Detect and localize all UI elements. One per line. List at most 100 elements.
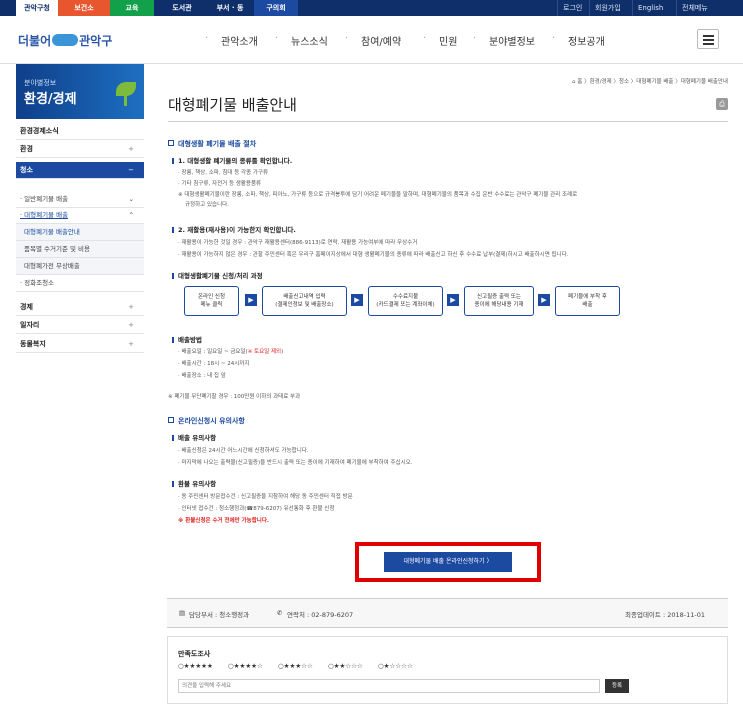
logo-text-left: 더불어 <box>18 34 52 48</box>
text-line: · 배출장소 : 내 집 앞 <box>178 373 226 379</box>
signup-link[interactable]: 회원가입 <box>589 0 626 16</box>
sidebar-item-economy[interactable]: 경제 + <box>16 299 144 316</box>
text-line: · 배출요일 : 일요일 ~ 금요일(※ 토요일 제외) <box>178 347 283 355</box>
sidebar-item-jobs[interactable]: 일자리 + <box>16 317 144 334</box>
text-line: 규정하고 있습니다. <box>185 202 229 208</box>
subheading-bar-icon <box>172 337 174 343</box>
nav-disclosure[interactable]: 정보공개 <box>568 33 605 48</box>
fine-note: ※ 폐기물 무단폐기할 경우 : 100만원 이하의 과태료 부과 <box>168 394 301 400</box>
tab-council[interactable]: 구의회 <box>254 0 298 16</box>
hamburger-menu-button[interactable] <box>697 29 719 49</box>
print-icon[interactable]: ⎙ <box>716 98 728 110</box>
text-segment-red: ※ 토요일 제외 <box>247 349 282 355</box>
sidebar-item-label: 동물복지 <box>20 340 46 348</box>
rating-option-2[interactable]: ○★★☆☆☆ <box>328 662 363 670</box>
survey-submit-button[interactable]: 등록 <box>605 679 629 693</box>
cta-highlight-frame: 대형폐기물 배출 온라인신청하기 〉 <box>355 542 541 582</box>
text-line: · 기타 침구류, 자전거 등 생활용품류 <box>178 181 262 187</box>
sidebar-item-appliance-free[interactable]: 대형폐가전 무상배출 <box>16 258 144 275</box>
text-segment: ) <box>281 349 284 355</box>
online-apply-button[interactable]: 대형폐기물 배출 온라인신청하기 〉 <box>384 552 512 572</box>
sidebar-item-env-econ-news[interactable]: 환경경제소식 <box>16 123 144 140</box>
nav-dot-icon: · <box>345 33 349 44</box>
site-header: 더불어 관악구 · 관악소개 · 뉴스소식 · 참여/예약 · 민원 · 분야별정… <box>0 16 743 64</box>
plus-icon: + <box>128 321 134 329</box>
arrow-right-icon: ▶ <box>245 294 257 306</box>
subheading-check-type: 1. 대형생활 폐기물의 종류를 확인합니다. <box>172 155 292 165</box>
sidebar-item-collection-fees[interactable]: 품목별 수거기준 및 비용 <box>16 241 144 258</box>
sidebar-hero-sub: 분야별정보 <box>24 79 57 87</box>
section-square-icon <box>168 417 174 423</box>
sidebar-item-label: 환경경제소식 <box>20 127 59 135</box>
sidebar-item-environment[interactable]: 환경 + <box>16 141 144 158</box>
breadcrumb: ⌂ 홈 〉환경/경제 〉청소 〉대형폐기물 배출 〉대형폐기물 배출안내 <box>572 79 728 85</box>
dept-icon: ▤ <box>179 609 186 617</box>
sidebar-item-septic[interactable]: · 정화조청소 <box>16 275 144 292</box>
section-heading-text: 온라인신청시 유의사항 <box>178 417 245 425</box>
subheading-text: 2. 재활용(재사용)이 가능한지 확인합니다. <box>178 226 296 234</box>
text-line: · 장롱, 책상, 소파, 침대 등 각종 가구류 <box>178 170 269 176</box>
logo-text-right: 관악구 <box>79 34 113 48</box>
text-line: · 재활용이 가능한 것일 경우 : 관악구 재활용센터(886-9113)로 … <box>178 240 418 246</box>
step-line: (결제인정보 및 배출장소) <box>275 302 334 308</box>
sidebar-item-label: 청소 <box>20 166 33 174</box>
main-content: ⌂ 홈 〉환경/경제 〉청소 〉대형폐기물 배출 〉대형폐기물 배출안내 대형폐… <box>168 64 728 544</box>
nav-dot-icon: · <box>552 33 556 44</box>
step-line: 폐기물에 부착 후 <box>568 294 607 300</box>
survey-opinion-input[interactable] <box>178 679 600 693</box>
chevron-down-icon: ⌄ <box>128 195 134 203</box>
subheading-text: 배출방법 <box>178 336 202 344</box>
sidebar-item-bulky-waste[interactable]: · 대형폐기물 배출 ⌃ <box>16 207 144 224</box>
text-line: · 배출신청은 24시간 어느시간에 신청하셔도 가능합니다. <box>178 448 309 454</box>
sidebar-item-bulky-guide[interactable]: 대형폐기물 배출안내 <box>16 224 144 241</box>
nav-civil[interactable]: 민원 <box>439 33 457 48</box>
step-line: 메뉴 클릭 <box>200 302 223 308</box>
sidebar-item-label: 경제 <box>20 303 33 311</box>
subheading-bar-icon <box>172 158 174 164</box>
rating-option-4[interactable]: ○★★★★☆ <box>228 662 263 670</box>
chevron-up-icon: ⌃ <box>128 211 134 219</box>
hamburger-line-icon <box>703 43 714 45</box>
nav-news[interactable]: 뉴스소식 <box>291 33 328 48</box>
survey-title: 만족도조사 <box>178 650 211 658</box>
arrow-right-icon: ▶ <box>447 294 459 306</box>
rating-option-3[interactable]: ○★★★☆☆ <box>278 662 313 670</box>
nav-intro[interactable]: 관악소개 <box>221 33 258 48</box>
nav-participation[interactable]: 참여/예약 <box>361 33 401 48</box>
section-square-icon <box>168 140 174 146</box>
sidebar-item-label: 환경 <box>20 145 33 153</box>
sidebar: 분야별정보 환경/경제 환경경제소식 환경 + 청소 − · 일반폐기물 배출 ⌄ ·… <box>16 64 144 353</box>
last-updated: 최종업데이트 : 2018-11-01 <box>625 611 705 619</box>
text-segment: · 배출요일 : 일요일 ~ 금요일( <box>178 349 248 355</box>
login-link[interactable]: 로그인 <box>557 0 587 16</box>
rating-option-1[interactable]: ○★☆☆☆☆ <box>378 662 413 670</box>
step-line: 배출신고내역 입력 <box>283 294 326 300</box>
text-line: · 재활용이 가능하지 않은 경우 : 관할 주민센터 혹은 우리구 홈페이지상… <box>178 252 569 258</box>
rating-option-5[interactable]: ○★★★★★ <box>178 662 213 670</box>
arrow-right-icon: ▶ <box>351 294 363 306</box>
sidebar-item-cleaning[interactable]: 청소 − <box>16 162 144 179</box>
minus-icon: − <box>128 166 134 174</box>
tab-health-center[interactable]: 보건소 <box>58 0 110 16</box>
tab-departments[interactable]: 부서 · 동 <box>206 0 254 16</box>
subheading-bar-icon <box>172 435 174 441</box>
step-line: (카드결제 또는 계좌이체) <box>376 302 435 308</box>
plus-icon: + <box>128 145 134 153</box>
subheading-text: 대형생활폐기물 신청/처리 과정 <box>178 272 263 280</box>
tab-gwanak-office[interactable]: 관악구청 <box>16 0 58 16</box>
sidebar-item-label: 품목별 수거기준 및 비용 <box>24 245 90 253</box>
sidebar-item-label: · 정화조청소 <box>20 279 55 287</box>
tab-library[interactable]: 도서관 <box>160 0 204 16</box>
nav-field-info[interactable]: 분야별정보 <box>489 33 535 48</box>
dept-info: 담당부서 : 청소행정과 <box>189 611 250 619</box>
nav-dot-icon: · <box>205 33 209 44</box>
site-logo[interactable]: 더불어 관악구 <box>18 32 112 49</box>
sidebar-item-general-waste[interactable]: · 일반폐기물 배출 ⌄ <box>16 191 144 208</box>
nav-dot-icon: · <box>275 33 279 44</box>
sidebar-hero: 분야별정보 환경/경제 <box>16 64 144 119</box>
sitemap-link[interactable]: 전체메뉴 <box>676 0 713 16</box>
tab-education[interactable]: 교육 <box>110 0 154 16</box>
english-link[interactable]: English <box>632 0 668 16</box>
sidebar-item-animal-welfare[interactable]: 동물복지 + <box>16 336 144 353</box>
process-step-2: 배출신고내역 입력 (결제인정보 및 배출장소) <box>262 286 347 316</box>
